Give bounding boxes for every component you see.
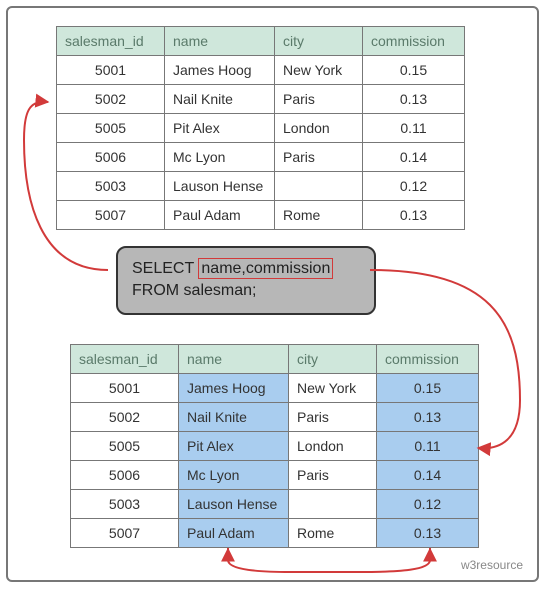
cell-comm: 0.13: [377, 403, 479, 432]
table-row: 5007 Paul Adam Rome 0.13: [57, 201, 465, 230]
cell-name: James Hoog: [179, 374, 289, 403]
cell-id: 5007: [57, 201, 165, 230]
sql-select-keyword: SELECT: [132, 260, 198, 277]
cell-id: 5005: [57, 114, 165, 143]
table-row: 5001 James Hoog New York 0.15: [57, 56, 465, 85]
cell-city: London: [289, 432, 377, 461]
cell-city: London: [275, 114, 363, 143]
col-salesman-id: salesman_id: [57, 27, 165, 56]
table-row: 5005 Pit Alex London 0.11: [71, 432, 479, 461]
col-name: name: [165, 27, 275, 56]
cell-city: Paris: [289, 461, 377, 490]
cell-name: Mc Lyon: [179, 461, 289, 490]
cell-comm: 0.15: [363, 56, 465, 85]
cell-city: New York: [289, 374, 377, 403]
cell-city: Paris: [275, 143, 363, 172]
table-row: 5001 James Hoog New York 0.15: [71, 374, 479, 403]
col-city: city: [275, 27, 363, 56]
cell-comm: 0.12: [363, 172, 465, 201]
cell-name: Nail Knite: [165, 85, 275, 114]
cell-comm: 0.13: [377, 519, 479, 548]
cell-name: Pit Alex: [179, 432, 289, 461]
cell-comm: 0.12: [377, 490, 479, 519]
cell-name: Lauson Hense: [165, 172, 275, 201]
watermark-label: w3resource: [461, 558, 523, 572]
table-row: 5005 Pit Alex London 0.11: [57, 114, 465, 143]
sql-selected-columns: name,commission: [198, 258, 333, 279]
cell-city: [275, 172, 363, 201]
cell-city: Rome: [275, 201, 363, 230]
cell-name: Lauson Hense: [179, 490, 289, 519]
table-row: 5006 Mc Lyon Paris 0.14: [71, 461, 479, 490]
cell-comm: 0.11: [377, 432, 479, 461]
cell-name: Paul Adam: [165, 201, 275, 230]
col-commission: commission: [363, 27, 465, 56]
sql-statement-box: SELECT name,commission FROM salesman;: [116, 246, 376, 315]
cell-name: James Hoog: [165, 56, 275, 85]
cell-id: 5002: [71, 403, 179, 432]
table-row: 5007 Paul Adam Rome 0.13: [71, 519, 479, 548]
salesman-table-source: salesman_id name city commission 5001 Ja…: [56, 26, 465, 230]
cell-comm: 0.13: [363, 85, 465, 114]
cell-city: Paris: [275, 85, 363, 114]
table-header-row: salesman_id name city commission: [57, 27, 465, 56]
table-row: 5003 Lauson Hense 0.12: [57, 172, 465, 201]
cell-id: 5007: [71, 519, 179, 548]
diagram-frame: salesman_id name city commission 5001 Ja…: [6, 6, 539, 582]
cell-name: Nail Knite: [179, 403, 289, 432]
salesman-table-result: salesman_id name city commission 5001 Ja…: [70, 344, 479, 548]
cell-name: Paul Adam: [179, 519, 289, 548]
cell-comm: 0.14: [377, 461, 479, 490]
col-name: name: [179, 345, 289, 374]
cell-id: 5002: [57, 85, 165, 114]
cell-id: 5003: [71, 490, 179, 519]
cell-comm: 0.14: [363, 143, 465, 172]
cell-comm: 0.11: [363, 114, 465, 143]
col-city: city: [289, 345, 377, 374]
cell-name: Pit Alex: [165, 114, 275, 143]
cell-id: 5001: [71, 374, 179, 403]
table-row: 5003 Lauson Hense 0.12: [71, 490, 479, 519]
col-salesman-id: salesman_id: [71, 345, 179, 374]
cell-comm: 0.13: [363, 201, 465, 230]
cell-id: 5006: [57, 143, 165, 172]
cell-id: 5001: [57, 56, 165, 85]
cell-id: 5003: [57, 172, 165, 201]
table-header-row: salesman_id name city commission: [71, 345, 479, 374]
table-row: 5006 Mc Lyon Paris 0.14: [57, 143, 465, 172]
cell-id: 5006: [71, 461, 179, 490]
col-commission: commission: [377, 345, 479, 374]
cell-id: 5005: [71, 432, 179, 461]
cell-comm: 0.15: [377, 374, 479, 403]
table-row: 5002 Nail Knite Paris 0.13: [57, 85, 465, 114]
cell-city: New York: [275, 56, 363, 85]
cell-city: Paris: [289, 403, 377, 432]
cell-city: Rome: [289, 519, 377, 548]
cell-city: [289, 490, 377, 519]
table-row: 5002 Nail Knite Paris 0.13: [71, 403, 479, 432]
sql-from-clause: FROM salesman;: [132, 280, 360, 302]
cell-name: Mc Lyon: [165, 143, 275, 172]
